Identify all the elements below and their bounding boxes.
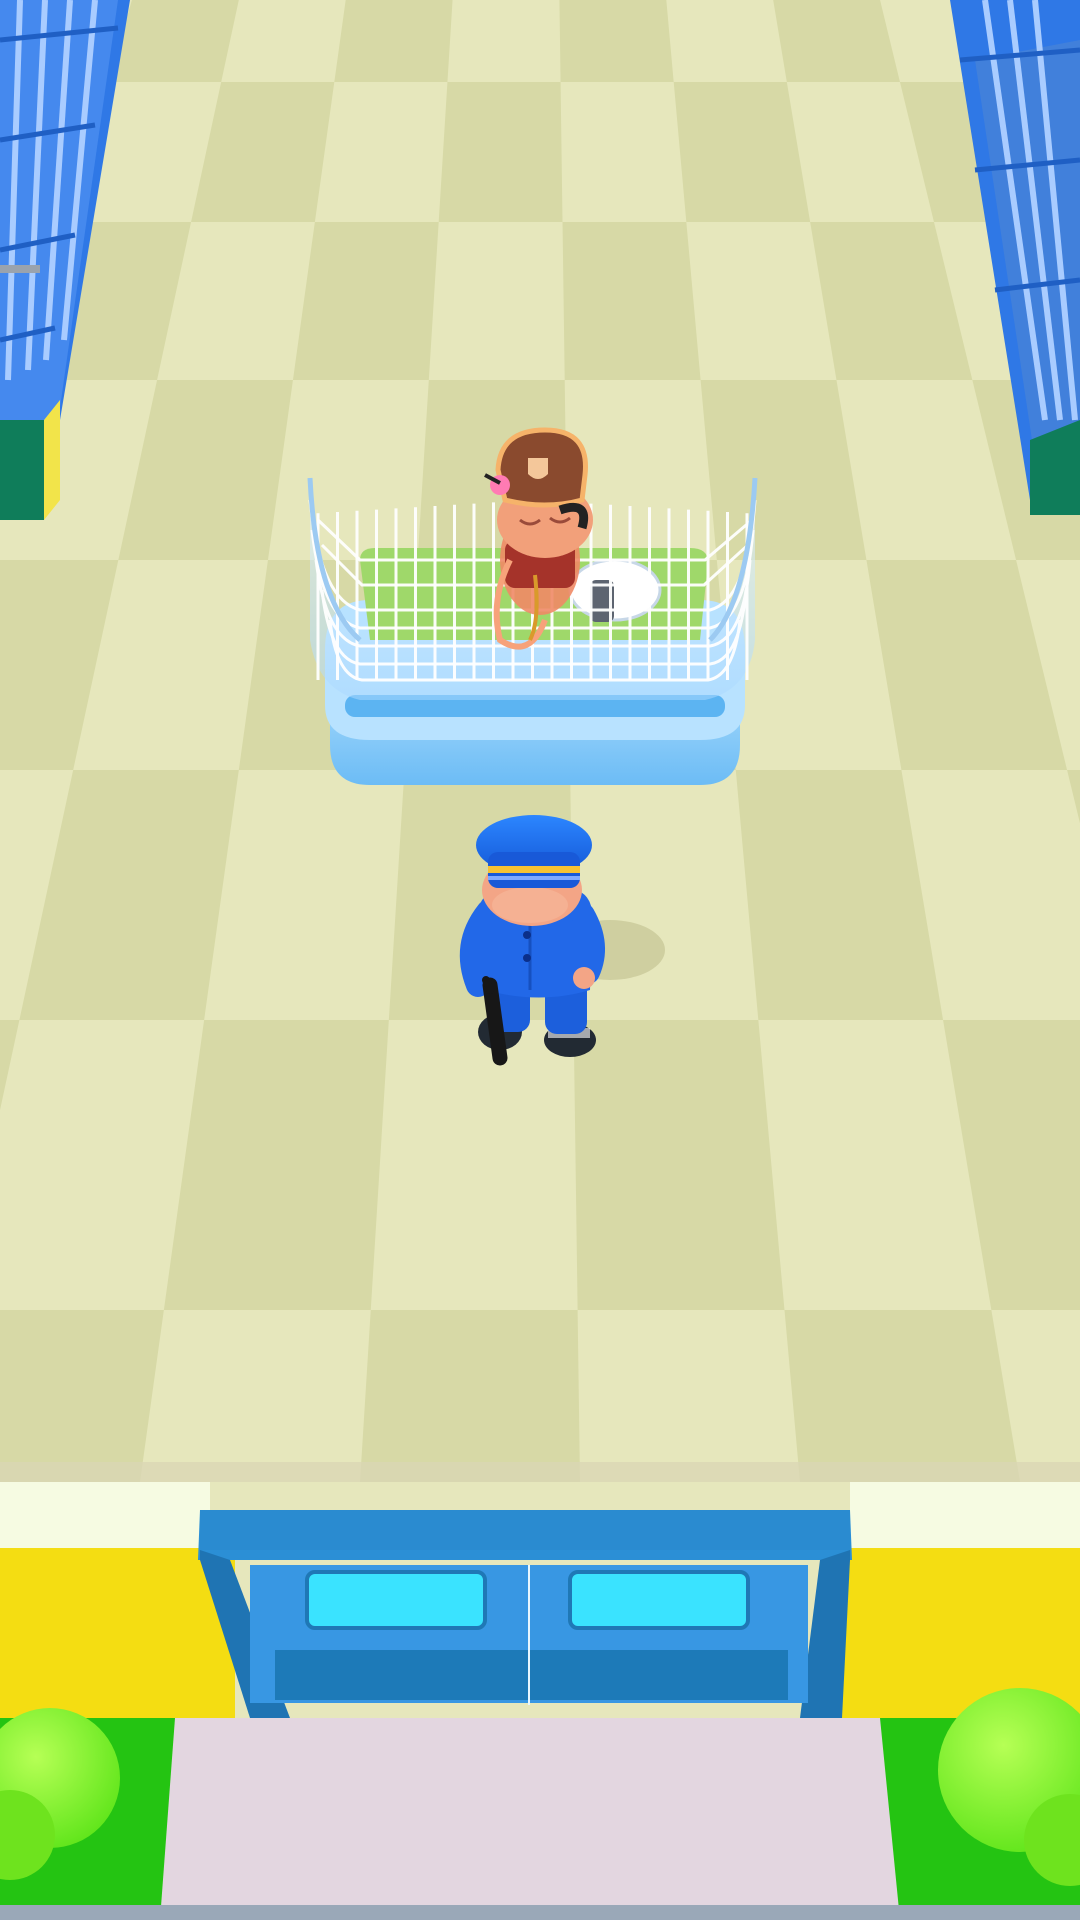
floor-tile bbox=[360, 1310, 580, 1482]
floor-tile bbox=[334, 0, 453, 82]
prisoner[interactable] bbox=[470, 420, 600, 650]
floor-tile bbox=[438, 82, 563, 222]
floor-edge-shade bbox=[0, 1462, 1080, 1482]
floor-tile bbox=[562, 222, 701, 380]
floor-tile bbox=[0, 1310, 164, 1482]
floor-tile bbox=[773, 0, 900, 82]
floor-tile bbox=[559, 0, 674, 82]
floor-tile bbox=[784, 1310, 1020, 1482]
entrance-ground bbox=[0, 1718, 1080, 1920]
floor-tile bbox=[292, 222, 439, 380]
floor-tile bbox=[673, 82, 811, 222]
entrance-door[interactable] bbox=[200, 1510, 850, 1720]
game-scene bbox=[0, 0, 1080, 1920]
police-officer-player[interactable] bbox=[460, 810, 610, 1070]
